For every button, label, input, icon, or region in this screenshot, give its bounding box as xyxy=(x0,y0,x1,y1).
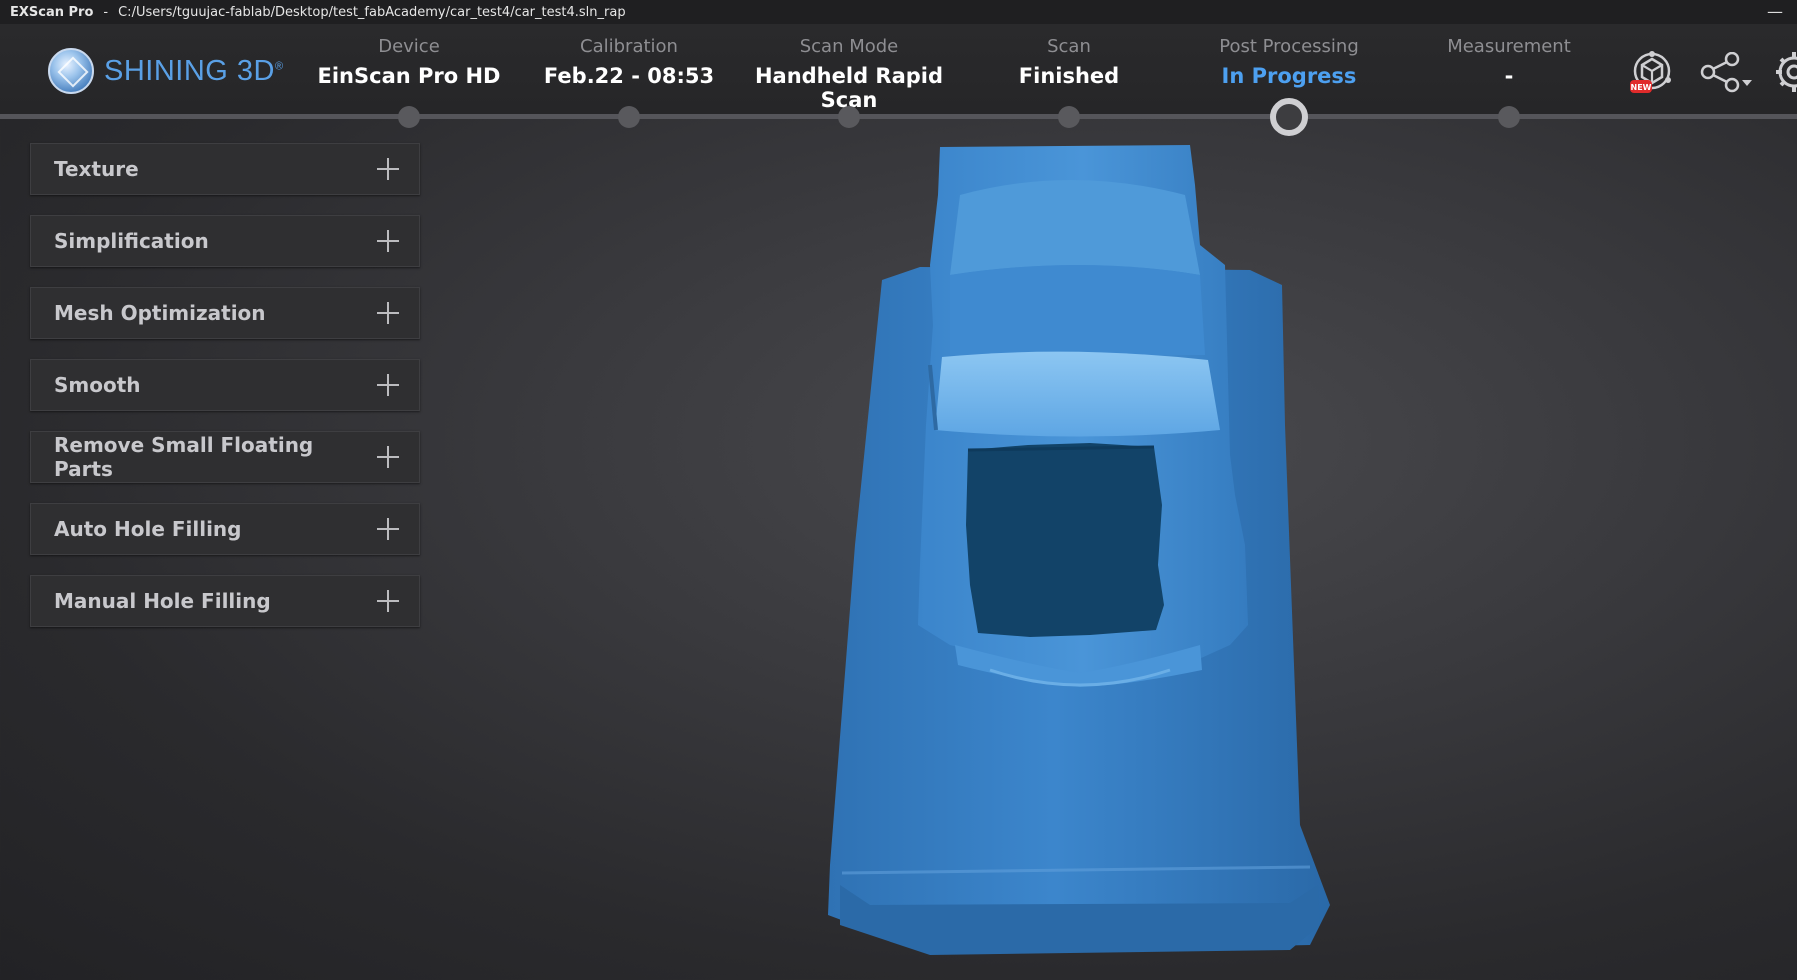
step-dot-device[interactable] xyxy=(398,106,420,128)
workflow-progress-line xyxy=(0,114,1797,119)
panel-label: Auto Hole Filling xyxy=(54,517,242,541)
panel-manual-hole-filling[interactable]: Manual Hole Filling xyxy=(30,575,420,627)
step-scan[interactable]: Scan Finished xyxy=(949,36,1189,88)
step-measurement[interactable]: Measurement - xyxy=(1389,36,1629,88)
panel-label: Manual Hole Filling xyxy=(54,589,271,613)
panel-texture[interactable]: Texture xyxy=(30,143,420,195)
step-post-processing[interactable]: Post Processing In Progress xyxy=(1169,36,1409,88)
minimize-button[interactable]: — xyxy=(1767,2,1783,21)
file-path: C:/Users/tguujac-fablab/Desktop/test_fab… xyxy=(118,4,626,20)
step-value: Finished xyxy=(1018,64,1120,88)
expand-plus-icon[interactable] xyxy=(377,518,399,540)
step-label: Post Processing xyxy=(1219,36,1359,57)
panel-label: Texture xyxy=(54,157,139,181)
3d-viewport[interactable] xyxy=(430,125,1797,980)
panel-mesh-optimization[interactable]: Mesh Optimization xyxy=(30,287,420,339)
step-value: EinScan Pro HD xyxy=(317,64,501,88)
post-processing-panel: Texture Simplification Mesh Optimization… xyxy=(30,143,420,647)
panel-simplification[interactable]: Simplification xyxy=(30,215,420,267)
chevron-down-icon xyxy=(1742,80,1752,86)
step-label: Calibration xyxy=(580,36,678,57)
step-label: Device xyxy=(378,36,440,57)
panel-auto-hole-filling[interactable]: Auto Hole Filling xyxy=(30,503,420,555)
expand-plus-icon[interactable] xyxy=(377,590,399,612)
expand-plus-icon[interactable] xyxy=(377,446,399,468)
settings-icon[interactable] xyxy=(1772,50,1797,100)
expand-plus-icon[interactable] xyxy=(377,230,399,252)
panel-label: Smooth xyxy=(54,373,141,397)
app-name: EXScan Pro xyxy=(10,4,94,20)
step-label: Scan xyxy=(1047,36,1091,57)
panel-label: Simplification xyxy=(54,229,209,253)
new-badge: NEW xyxy=(1631,83,1652,92)
step-value: Feb.22 - 08:53 xyxy=(543,64,715,88)
scanned-car-mesh[interactable] xyxy=(430,125,1797,980)
expand-plus-icon[interactable] xyxy=(377,158,399,180)
panel-remove-small-floating-parts[interactable]: Remove Small Floating Parts xyxy=(30,431,420,483)
panel-label: Mesh Optimization xyxy=(54,301,266,325)
3d-model-new-icon[interactable]: NEW xyxy=(1628,50,1676,100)
window-title-bar: EXScan Pro - C:/Users/tguujac-fablab/Des… xyxy=(0,0,1797,24)
step-value: - xyxy=(1504,64,1514,88)
expand-plus-icon[interactable] xyxy=(377,374,399,396)
step-calibration[interactable]: Calibration Feb.22 - 08:53 xyxy=(509,36,749,88)
step-device[interactable]: Device EinScan Pro HD xyxy=(289,36,529,88)
step-label: Scan Mode xyxy=(799,36,899,57)
workflow-header: SHINING 3D® Device EinScan Pro HD Calibr… xyxy=(0,24,1797,114)
step-label: Measurement xyxy=(1447,36,1571,57)
panel-smooth[interactable]: Smooth xyxy=(30,359,420,411)
share-icon[interactable] xyxy=(1700,51,1756,98)
expand-plus-icon[interactable] xyxy=(377,302,399,324)
step-value: In Progress xyxy=(1221,64,1357,88)
step-value: Handheld Rapid Scan xyxy=(754,64,944,112)
workflow-steps: Device EinScan Pro HD Calibration Feb.22… xyxy=(0,24,1797,114)
step-scan-mode[interactable]: Scan Mode Handheld Rapid Scan xyxy=(729,36,969,112)
panel-label: Remove Small Floating Parts xyxy=(54,433,314,481)
title-separator: - xyxy=(103,4,109,20)
